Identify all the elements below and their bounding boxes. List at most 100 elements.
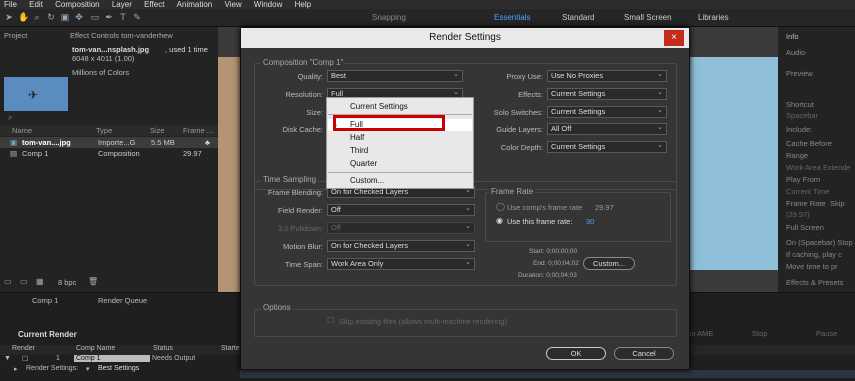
field-render-select[interactable]: Off ⌄ (327, 204, 475, 216)
if-caching-checkbox[interactable]: If caching, play c (786, 250, 842, 259)
dropdown-arrow-icon[interactable]: ▾ (86, 365, 90, 373)
col-size[interactable]: Size (150, 125, 165, 136)
collapse-triangle-icon[interactable]: ▸ (14, 365, 18, 373)
workspace-libraries[interactable]: Libraries (698, 13, 729, 22)
render-settings-value[interactable]: Best Settings (98, 365, 139, 372)
col-type[interactable]: Type (96, 125, 112, 136)
col-comp-name[interactable]: Comp Name (76, 345, 115, 352)
menu-view[interactable]: View (224, 0, 241, 9)
workspace-standard[interactable]: Standard (562, 13, 594, 22)
table-row[interactable]: ▣ tom-van....jpg Importe...G 5.5 MB ♣ (0, 137, 218, 148)
solo-switches-select[interactable]: Current Settings ⌄ (547, 106, 667, 118)
duration-time: Duration: 0;00;04;03 (518, 272, 577, 279)
menu-layer[interactable]: Layer (112, 0, 132, 9)
workspace-essentials[interactable]: Essentials (494, 13, 530, 22)
use-this-frame-rate-label[interactable]: Use this frame rate: (507, 217, 572, 226)
chevron-down-icon: ⌄ (657, 124, 663, 131)
resolution-label: Resolution: (285, 90, 323, 99)
menu-animation[interactable]: Animation (177, 0, 213, 9)
stop-button[interactable]: Stop (752, 329, 767, 338)
tab-comp-1[interactable]: Comp 1 (32, 296, 58, 305)
dropdown-item-half[interactable]: Half (328, 132, 472, 144)
col-name[interactable]: Name (12, 125, 32, 136)
menu-help[interactable]: Help (295, 0, 311, 9)
workspace-small-screen[interactable]: Small Screen (624, 13, 672, 22)
motion-blur-select[interactable]: On for Checked Layers ⌄ (327, 240, 475, 252)
preview-panel-title[interactable]: Preview (786, 69, 813, 78)
tab-effect-controls[interactable]: Effect Controls tom-vanderhew (70, 30, 173, 42)
guide-layers-select[interactable]: All Off ⌄ (547, 123, 667, 135)
range-select[interactable]: Work Area Extende (786, 163, 850, 172)
toolbar: ➤ ✋ ⌕ ↻ ▣ ✥ ▭ ✒ T ✎ Snapping Essentials … (0, 9, 855, 27)
ok-button[interactable]: OK (546, 347, 606, 360)
table-row[interactable]: ▤ Comp 1 Composition 29.97 (0, 148, 218, 159)
col-frame[interactable]: Frame ... (183, 125, 213, 136)
new-comp-icon[interactable]: ▦ (36, 277, 44, 286)
shape-tool-icon[interactable]: ▭ (90, 12, 100, 22)
menu-composition[interactable]: Composition (55, 0, 99, 9)
quality-select[interactable]: Best ⌄ (327, 70, 463, 82)
menu-effect[interactable]: Effect (144, 0, 164, 9)
rotate-tool-icon[interactable]: ↻ (46, 12, 56, 22)
render-settings-row: ▸ Render Settings: ▾ Best Settings (14, 365, 254, 374)
chevron-down-icon: ⌄ (657, 107, 663, 114)
tab-project[interactable]: Project (4, 30, 27, 42)
menu-file[interactable]: File (4, 0, 17, 9)
project-column-headers: Name Type Size Frame ... (0, 125, 218, 136)
search-icon[interactable]: ⌕ (8, 113, 12, 123)
dropdown-item-current-settings[interactable]: Current Settings (328, 101, 472, 113)
col-render[interactable]: Render (12, 345, 35, 352)
time-span-select[interactable]: Work Area Only ⌄ (327, 258, 475, 270)
audio-panel-title[interactable]: Audio (786, 48, 805, 57)
interpret-footage-icon[interactable]: ▭ (4, 277, 12, 286)
play-from-select[interactable]: Current Time (786, 187, 829, 196)
radio-use-comp-icon[interactable]: ◯ (496, 202, 505, 211)
brush-tool-icon[interactable]: ✎ (132, 12, 142, 22)
render-settings-label: Render Settings: (26, 365, 79, 372)
selection-tool-icon[interactable]: ➤ (4, 12, 14, 22)
render-checkbox[interactable]: ☐ (22, 355, 28, 363)
shortcut-value[interactable]: Spacebar (786, 111, 818, 120)
snapping-toggle[interactable]: Snapping (372, 13, 406, 22)
camera-tool-icon[interactable]: ▣ (60, 12, 70, 22)
row-type: Importe...G (98, 138, 136, 147)
frame-rate-select[interactable]: (29.97) (786, 210, 810, 219)
cache-before-checkbox[interactable]: Cache Before (786, 139, 832, 148)
use-comp-frame-rate-label[interactable]: Use comp's frame rate (507, 203, 582, 212)
table-row[interactable]: ▼ ☐ 1 Comp 1 Needs Output (0, 355, 240, 364)
hand-tool-icon[interactable]: ✋ (18, 12, 29, 22)
menu-edit[interactable]: Edit (29, 0, 43, 9)
info-panel-title[interactable]: Info (786, 32, 799, 41)
composition-group-label: Composition "Comp 1" (261, 58, 346, 67)
dropdown-item-third[interactable]: Third (328, 145, 472, 157)
skip-existing-checkbox: ☐ (327, 316, 335, 325)
tab-render-queue[interactable]: Render Queue (98, 296, 147, 305)
pan-tool-icon[interactable]: ✥ (74, 12, 84, 22)
menu-window[interactable]: Window (254, 0, 282, 9)
chevron-down-icon: ⌄ (465, 223, 471, 230)
pause-button[interactable]: Pause (816, 329, 837, 338)
effects-presets-title[interactable]: Effects & Presets (786, 278, 843, 287)
move-time-checkbox[interactable]: Move time to pr (786, 262, 838, 271)
new-folder-icon[interactable]: ▭ (20, 277, 28, 286)
project-thumbnail: ✈ (4, 77, 68, 111)
cancel-button[interactable]: Cancel (614, 347, 674, 360)
color-depth-select[interactable]: Current Settings ⌄ (547, 141, 667, 153)
pen-tool-icon[interactable]: ✒ (104, 12, 114, 22)
custom-time-button[interactable]: Custom... (583, 257, 635, 270)
col-status[interactable]: Status (153, 345, 173, 352)
text-tool-icon[interactable]: T (118, 12, 128, 22)
effects-select[interactable]: Current Settings ⌄ (547, 88, 667, 100)
dropdown-item-quarter[interactable]: Quarter (328, 158, 472, 170)
this-frame-rate-value[interactable]: 30 (586, 217, 594, 226)
row-frame: 29.97 (183, 149, 202, 158)
expand-triangle-icon[interactable]: ▼ (4, 355, 11, 362)
radio-use-this-icon[interactable]: ◉ (496, 216, 503, 225)
zoom-tool-icon[interactable]: ⌕ (32, 12, 42, 22)
full-screen-checkbox[interactable]: Full Screen (786, 223, 824, 232)
proxy-use-select[interactable]: Use No Proxies ⌄ (547, 70, 667, 82)
bpc-label[interactable]: 8 bpc (58, 278, 76, 287)
close-icon[interactable]: × (664, 30, 684, 46)
dropdown-item-custom[interactable]: Custom... (328, 175, 472, 187)
trash-icon[interactable]: 🗑 (88, 277, 98, 286)
